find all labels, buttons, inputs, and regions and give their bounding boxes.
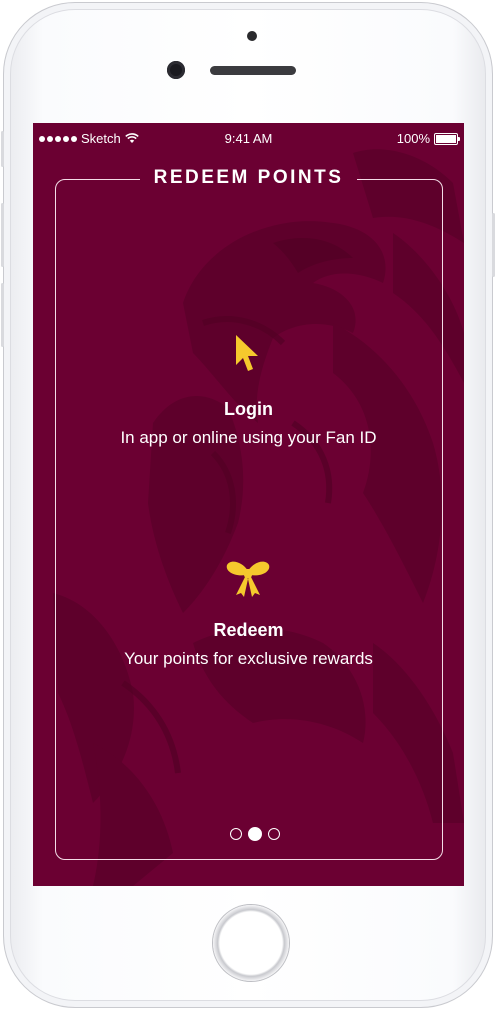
page-indicator[interactable]	[230, 827, 280, 841]
page-dot[interactable]	[230, 828, 242, 840]
home-button[interactable]	[213, 905, 289, 981]
earpiece-speaker	[210, 66, 296, 75]
content-frame	[55, 179, 443, 860]
step-login: Login In app or online using your Fan ID	[33, 399, 464, 448]
step-title: Login	[224, 399, 273, 419]
battery-percent: 100%	[396, 131, 430, 146]
status-right: 100%	[396, 131, 460, 146]
battery-icon	[434, 132, 460, 145]
status-bar: Sketch 9:41 AM 100%	[33, 123, 464, 155]
cursor-icon	[236, 335, 258, 371]
step-description: Your points for exclusive rewards	[124, 649, 373, 668]
bow-icon	[226, 561, 270, 597]
volume-down-button	[1, 283, 4, 347]
page-dot[interactable]	[268, 828, 280, 840]
front-camera	[167, 61, 185, 79]
silent-switch	[1, 131, 4, 167]
page-title: REDEEM POINTS	[139, 167, 358, 189]
app-screen: Sketch 9:41 AM 100% REDEEM POINTS Login …	[33, 123, 464, 886]
step-title: Redeem	[213, 620, 284, 640]
page-dot-active[interactable]	[248, 827, 262, 841]
volume-up-button	[1, 203, 4, 267]
proximity-sensor	[247, 31, 257, 41]
title-wrap: REDEEM POINTS	[33, 167, 464, 189]
step-redeem: Redeem Your points for exclusive rewards	[33, 620, 464, 669]
step-description: In app or online using your Fan ID	[120, 428, 377, 447]
power-button	[492, 213, 495, 277]
